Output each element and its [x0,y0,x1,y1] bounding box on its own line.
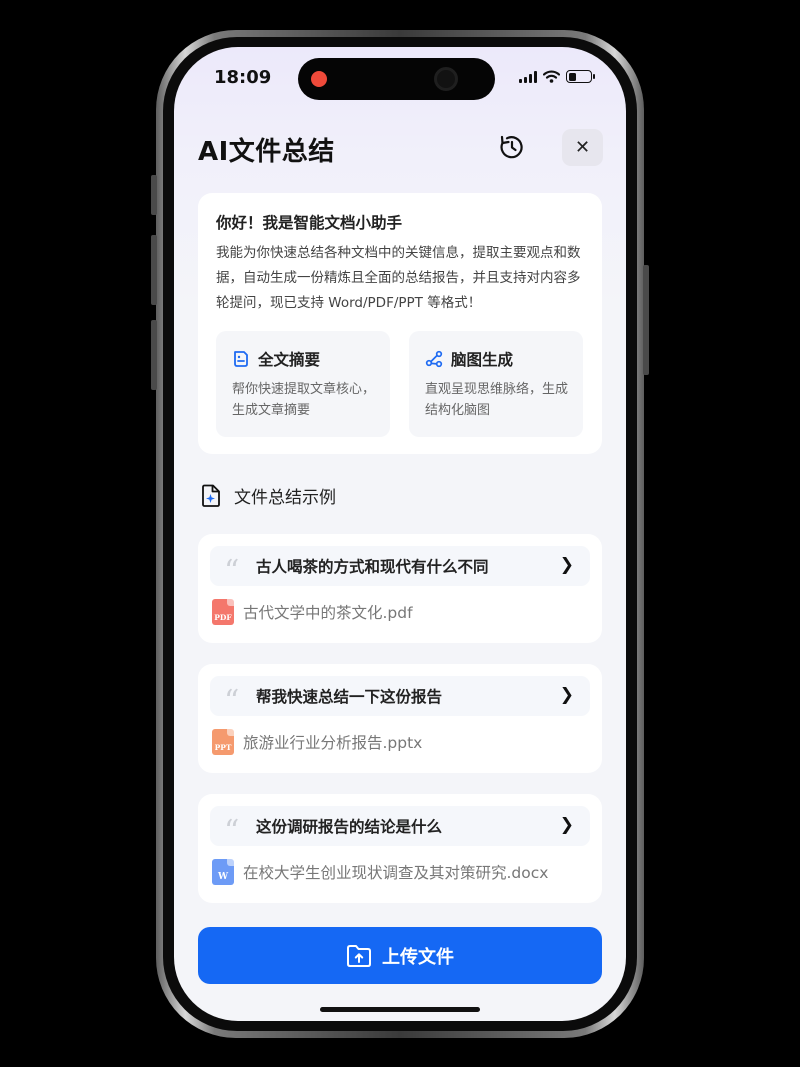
example-question[interactable]: “ 这份调研报告的结论是什么 ❯ [210,806,590,849]
intro-title: 你好！我是智能文档小助手 [216,214,403,232]
pdf-file-icon: PDF [212,599,234,625]
intro-card: 你好！我是智能文档小助手 我能为你快速总结各种文档中的关键信息，提取主要观点和数… [198,193,602,454]
file-sparkle-icon [202,484,220,507]
home-indicator[interactable] [320,1007,480,1012]
quote-icon: “ [224,684,240,719]
feature-title: 脑图生成 [451,351,514,369]
example-question[interactable]: “ 古人喝茶的方式和现代有什么不同 ❯ [210,546,590,589]
cellular-signal-icon [519,70,537,83]
front-camera-icon [434,67,458,91]
word-file-icon: W [212,859,234,885]
chevron-right-icon: ❯ [559,685,574,705]
file-name: 古代文学中的茶文化.pdf [243,604,413,622]
file-row: PPT 旅游业行业分析报告.pptx [212,729,422,755]
volume-down-button [151,320,157,390]
page-title: AI文件总结 [198,137,335,167]
app-screen: 18:09 AI文件总结 ✕ 你好！我是智能文档小助手 我能为你快速总结各种文档… [174,47,626,1021]
battery-icon [566,70,595,83]
file-row: W 在校大学生创业现状调查及其对策研究.docx [212,859,548,885]
file-name: 在校大学生创业现状调查及其对策研究.docx [243,864,549,882]
example-card[interactable]: “ 古人喝茶的方式和现代有什么不同 ❯ PDF 古代文学中的茶文化.pdf [198,534,602,643]
feature-description: 直观呈现思维脉络，生成结构化脑图 [425,382,569,418]
feature-title: 全文摘要 [258,351,321,369]
volume-up-button [151,235,157,305]
folder-upload-icon [347,944,371,967]
close-icon: ✕ [574,137,591,158]
example-card[interactable]: “ 这份调研报告的结论是什么 ❯ W 在校大学生创业现状调查及其对策研究.doc… [198,794,602,903]
action-button [151,175,157,215]
summary-doc-icon [234,351,248,367]
recording-indicator-icon [311,71,327,87]
status-time: 18:09 [214,67,272,88]
example-question[interactable]: “ 帮我快速总结一下这份报告 ❯ [210,676,590,719]
intro-description: 我能为你快速总结各种文档中的关键信息，提取主要观点和数据，自动生成一份精炼且全面… [216,245,581,311]
file-row: PDF 古代文学中的茶文化.pdf [212,599,413,625]
chevron-right-icon: ❯ [559,555,574,575]
upload-file-button[interactable]: 上传文件 [198,927,602,984]
feature-description: 帮你快速提取文章核心，生成文章摘要 [232,382,376,418]
feature-full-summary[interactable]: 全文摘要 帮你快速提取文章核心，生成文章摘要 [216,331,390,437]
examples-section-header: 文件总结示例 [200,483,336,508]
ppt-file-icon: PPT [212,729,234,755]
chevron-right-icon: ❯ [559,815,574,835]
power-button [643,265,649,375]
question-text: 帮我快速总结一下这份报告 [256,688,443,706]
example-card[interactable]: “ 帮我快速总结一下这份报告 ❯ PPT 旅游业行业分析报告.pptx [198,664,602,773]
quote-icon: “ [224,814,240,849]
feature-mindmap[interactable]: 脑图生成 直观呈现思维脉络，生成结构化脑图 [409,331,583,437]
close-button[interactable]: ✕ [562,129,603,166]
question-text: 古人喝茶的方式和现代有什么不同 [256,558,489,576]
question-text: 这份调研报告的结论是什么 [256,818,443,836]
upload-label: 上传文件 [382,946,454,968]
quote-icon: “ [224,554,240,589]
history-button[interactable] [496,131,528,163]
mindmap-icon [425,350,443,368]
section-title: 文件总结示例 [234,488,336,508]
status-icons [519,70,595,83]
file-name: 旅游业行业分析报告.pptx [243,734,423,752]
dynamic-island [298,58,495,100]
history-clock-icon [500,135,523,159]
wifi-icon [543,70,560,83]
